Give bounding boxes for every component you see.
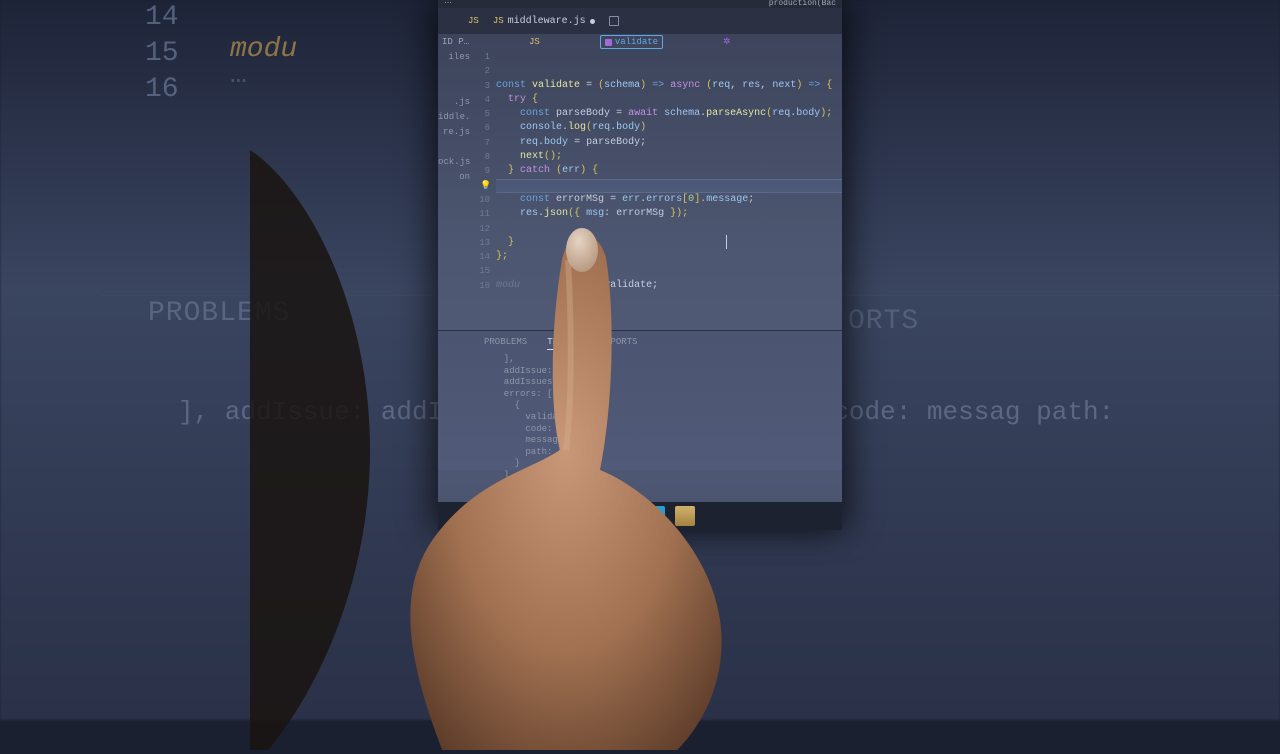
taskbar-store-icon[interactable] [675, 506, 695, 526]
unsaved-dot-icon [590, 19, 595, 24]
tab-language-badge: JS [468, 16, 479, 26]
taskbar-start-icon[interactable] [585, 506, 605, 526]
active-line-highlight [496, 179, 842, 193]
taskbar-explorer-icon[interactable] [615, 506, 635, 526]
panel-tab-problems[interactable]: PROBLEMS [484, 337, 527, 350]
text-cursor [726, 235, 727, 249]
explorer-sidebar[interactable]: iles .js iddle... re.js ock.json on [438, 50, 470, 330]
windows-taskbar[interactable] [438, 502, 842, 530]
bg-panel-tab-ports: ORTS [848, 306, 919, 337]
panel-tab-terminal[interactable]: TERMINAL [547, 337, 590, 350]
breadcrumb[interactable]: ID P… JS validate ✲ [438, 34, 842, 50]
panel-tabs[interactable]: PROBLEMS TERMINAL PORTS [438, 331, 842, 354]
bg-panel-tab-problems: PROBLEMS [148, 298, 290, 329]
bottom-panel[interactable]: PROBLEMS TERMINAL PORTS ], addIssue: add… [438, 330, 842, 470]
bg-ellipsis: … [230, 60, 247, 91]
terminal-output[interactable]: ], addIssue: addIssues errors: [ { valid… [438, 354, 842, 482]
line-gutter[interactable]: 1 2 3 4 5 6 7 8 9 💡10 11 12 13 14 15 16 [470, 50, 496, 330]
breadcrumb-root[interactable]: ID P… [442, 37, 469, 47]
panel-tab-ports[interactable]: PORTS [610, 337, 637, 350]
taskbar-edge-icon[interactable] [645, 506, 665, 526]
split-editor-icon[interactable] [609, 16, 619, 26]
editor-body[interactable]: iles .js iddle... re.js ock.json on 1 2 … [438, 50, 842, 330]
titlebar-project: production(Bac [769, 0, 836, 8]
tab-filename: middleware.js [508, 16, 586, 27]
lightbulb-icon[interactable]: 💡 [480, 179, 490, 193]
file-js-icon: JS [493, 16, 504, 26]
titlebar: ⋯ production(Bac [438, 0, 842, 8]
vscode-window: ⋯ production(Bac JS JS middleware.js ID … [438, 0, 842, 530]
breadcrumb-symbol-validate[interactable]: validate [600, 35, 663, 49]
breadcrumb-js-icon: JS [529, 37, 540, 47]
editor-tabs[interactable]: JS JS middleware.js [438, 8, 842, 34]
tab-middleware[interactable]: JS middleware.js [493, 16, 595, 27]
code-area[interactable]: const validate = (schema) => async (req,… [496, 50, 842, 330]
bg-gutter: 14 15 16 [145, 0, 179, 108]
breadcrumb-gear-icon[interactable]: ✲ [723, 37, 731, 47]
